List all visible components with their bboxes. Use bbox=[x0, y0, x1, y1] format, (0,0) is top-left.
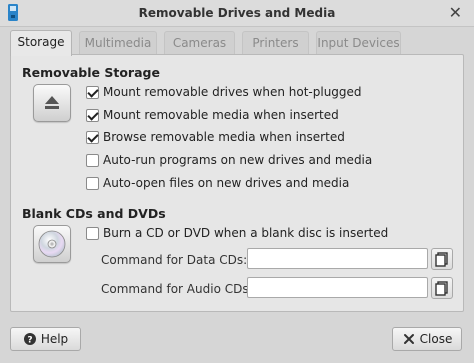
option-auto-open-label: Auto-open files on new drives and media bbox=[103, 176, 350, 190]
close-button[interactable]: Close bbox=[392, 327, 462, 351]
data-cd-browse-button[interactable] bbox=[431, 248, 453, 270]
option-auto-run[interactable]: Auto-run programs on new drives and medi… bbox=[86, 151, 372, 169]
option-mount-media[interactable]: Mount removable media when inserted bbox=[86, 106, 339, 124]
checkbox-burn-disc[interactable] bbox=[86, 226, 99, 240]
option-browse-media-label: Browse removable media when inserted bbox=[103, 130, 345, 144]
option-auto-open[interactable]: Auto-open files on new drives and media bbox=[86, 174, 349, 192]
help-button-label: Help bbox=[40, 332, 69, 346]
data-cd-label: Command for Data CDs: bbox=[101, 253, 248, 267]
option-mount-media-label: Mount removable media when inserted bbox=[103, 108, 339, 122]
help-button[interactable]: ? Help bbox=[10, 327, 81, 351]
close-button-label: Close bbox=[419, 332, 453, 346]
checkbox-browse-media[interactable] bbox=[86, 130, 99, 144]
disc-icon bbox=[33, 225, 71, 263]
audio-cd-label: Command for Audio CDs: bbox=[101, 282, 253, 296]
svg-text:?: ? bbox=[27, 336, 32, 346]
removable-storage-heading: Removable Storage bbox=[22, 65, 160, 80]
window-close-button[interactable]: ✕ bbox=[449, 3, 462, 22]
blank-discs-heading: Blank CDs and DVDs bbox=[22, 206, 166, 221]
option-mount-drives[interactable]: Mount removable drives when hot-plugged bbox=[86, 83, 362, 101]
option-auto-run-label: Auto-run programs on new drives and medi… bbox=[103, 153, 373, 167]
tab-storage[interactable]: Storage bbox=[10, 30, 72, 56]
checkbox-mount-media[interactable] bbox=[86, 108, 99, 122]
close-icon bbox=[403, 334, 414, 344]
option-browse-media[interactable]: Browse removable media when inserted bbox=[86, 128, 345, 146]
tab-cameras[interactable]: Cameras bbox=[164, 31, 235, 54]
browse-icon bbox=[435, 252, 448, 267]
data-cd-command-input[interactable] bbox=[247, 248, 428, 269]
title-bar: Removable Drives and Media ✕ bbox=[0, 0, 474, 27]
tab-multimedia[interactable]: Multimedia bbox=[79, 31, 157, 54]
tab-printers[interactable]: Printers bbox=[242, 31, 309, 54]
help-icon: ? bbox=[23, 333, 36, 346]
storage-panel: Removable Storage Mount removable drives… bbox=[10, 54, 464, 312]
checkbox-mount-drives[interactable] bbox=[86, 85, 99, 99]
window-title: Removable Drives and Media bbox=[138, 6, 336, 20]
audio-cd-browse-button[interactable] bbox=[431, 277, 453, 299]
browse-icon bbox=[435, 281, 448, 296]
audio-cd-command-input[interactable] bbox=[247, 277, 428, 298]
checkbox-auto-open[interactable] bbox=[86, 176, 99, 190]
checkbox-auto-run[interactable] bbox=[86, 153, 99, 167]
tab-input-devices[interactable]: Input Devices bbox=[316, 31, 401, 54]
option-burn-disc[interactable]: Burn a CD or DVD when a blank disc is in… bbox=[86, 224, 388, 242]
option-mount-drives-label: Mount removable drives when hot-plugged bbox=[103, 85, 362, 99]
eject-icon bbox=[33, 84, 71, 122]
option-burn-disc-label: Burn a CD or DVD when a blank disc is in… bbox=[103, 226, 389, 240]
